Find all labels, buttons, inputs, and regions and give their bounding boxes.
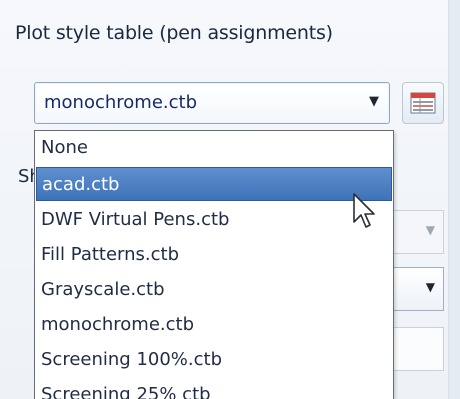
panel-edge [448,0,460,399]
plot-style-combo[interactable]: monochrome.ctb ▼ [34,82,390,124]
table-edit-icon [410,92,436,114]
chevron-down-icon[interactable]: ▼ [367,93,381,111]
dropdown-item-fill-patterns[interactable]: Fill Patterns.ctb [36,238,392,272]
chevron-down-icon: ▼ [425,223,435,237]
dropdown-item-screening-100[interactable]: Screening 100%.ctb [36,343,392,377]
quality-select[interactable]: ▼ [394,267,444,311]
dropdown-item-monochrome[interactable]: monochrome.ctb [36,308,392,342]
edit-plot-style-button[interactable] [402,82,444,124]
shade-plot-select[interactable]: ▼ [394,210,444,254]
dropdown-item-none[interactable]: None [36,131,392,165]
plot-style-combo-value: monochrome.ctb [44,92,197,113]
plot-style-group-title: Plot style table (pen assignments) [15,22,333,44]
dropdown-item-grayscale[interactable]: Grayscale.ctb [36,273,392,307]
dpi-field[interactable] [394,327,444,371]
dropdown-item-dwf-virtual-pens[interactable]: DWF Virtual Pens.ctb [36,203,392,237]
plot-style-dropdown-list[interactable]: None acad.ctb DWF Virtual Pens.ctb Fill … [34,130,394,399]
chevron-down-icon: ▼ [425,280,435,294]
dropdown-item-screening-25[interactable]: Screening 25% ctb [36,378,392,399]
dropdown-item-acad[interactable]: acad.ctb [36,167,392,201]
